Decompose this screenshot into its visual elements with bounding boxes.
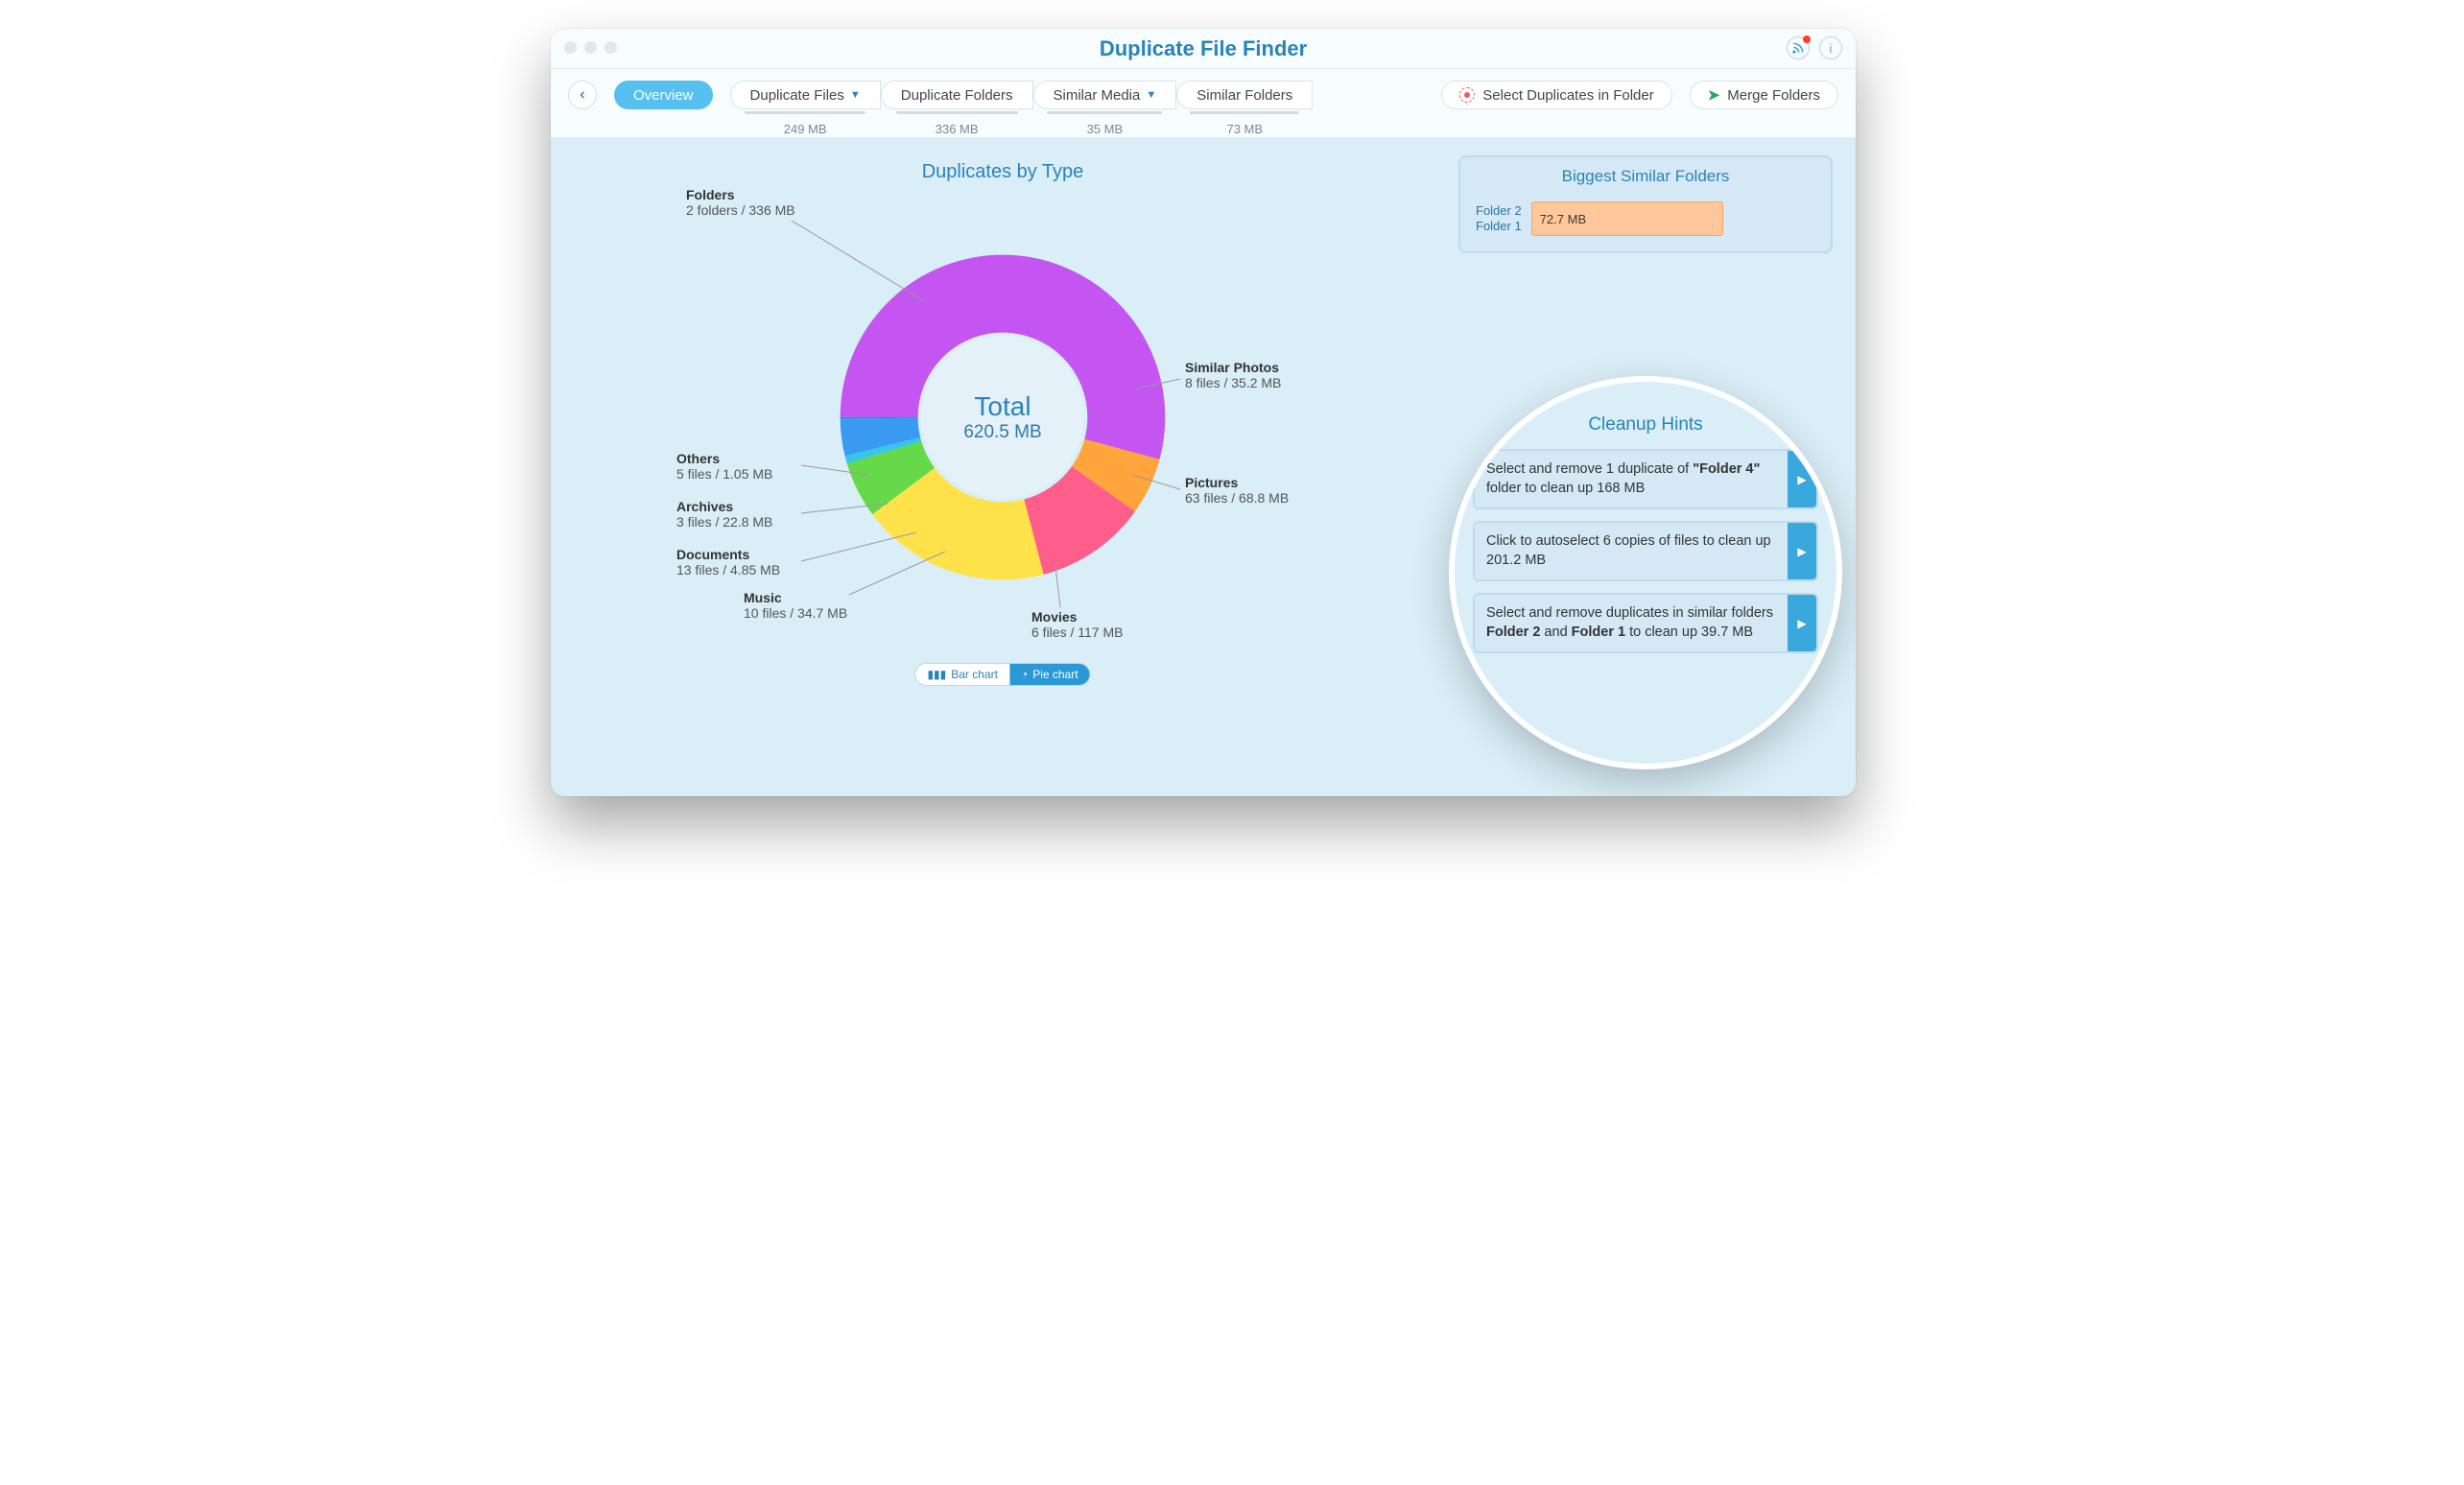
zoom-icon[interactable]	[604, 41, 617, 54]
label-movies: Movies 6 files / 117 MB	[1031, 609, 1123, 640]
cleanup-hint[interactable]: Click to autoselect 6 copies of files to…	[1473, 521, 1818, 581]
titlebar: Duplicate File Finder i	[551, 29, 1856, 69]
panel-title: Biggest Similar Folders	[1460, 157, 1831, 194]
tab-label: Duplicate Folders	[901, 87, 1013, 104]
hints-title: Cleanup Hints	[1588, 414, 1702, 436]
donut-chart: Total 620.5 MB Folders 2 folders / 336 M…	[676, 187, 1329, 686]
window-controls[interactable]	[564, 41, 617, 54]
cleanup-hints-magnifier: Cleanup Hints Select and remove 1 duplic…	[1449, 376, 1842, 769]
toolbar: Overview Duplicate Files ▼ 249 MB Duplic…	[551, 69, 1856, 138]
back-button[interactable]	[568, 81, 597, 109]
tab-size: 249 MB	[784, 122, 827, 136]
hint-text: Select and remove duplicates in similar …	[1475, 595, 1788, 651]
tab-size: 336 MB	[936, 122, 979, 136]
content-area: Duplicates by Type Total 620.5 MB Folder…	[551, 138, 1856, 796]
cleanup-hint[interactable]: Select and remove duplicates in similar …	[1473, 593, 1818, 653]
biggest-similar-folders-panel: Biggest Similar Folders Folder 2 Folder …	[1458, 155, 1833, 253]
tab-label: Similar Media	[1054, 87, 1141, 104]
minimize-icon[interactable]	[584, 41, 597, 54]
chevron-right-icon[interactable]: ▶	[1788, 451, 1816, 507]
merge-folders-button[interactable]: ➤ Merge Folders	[1690, 81, 1838, 109]
tab-duplicate-folders[interactable]: Duplicate Folders	[881, 81, 1033, 109]
pie-chart-icon: ◔	[1021, 668, 1028, 681]
chevron-down-icon: ▼	[850, 89, 861, 101]
button-label: Merge Folders	[1727, 87, 1820, 104]
total-label: Total	[974, 391, 1031, 422]
tab-similar-media[interactable]: Similar Media ▼	[1033, 81, 1177, 109]
hint-text: Click to autoselect 6 copies of files to…	[1475, 523, 1788, 579]
tab-size: 35 MB	[1087, 122, 1124, 136]
similar-folder-row[interactable]: Folder 2 Folder 1 72.7 MB	[1476, 201, 1815, 236]
pie-chart-toggle[interactable]: ◔ Pie chart	[1009, 664, 1090, 685]
category-tabs: Duplicate Files ▼ 249 MB Duplicate Folde…	[730, 81, 1314, 136]
label-documents: Documents 13 files / 4.85 MB	[676, 547, 780, 578]
toggle-label: Bar chart	[951, 668, 998, 681]
side-panels: Biggest Similar Folders Folder 2 Folder …	[1458, 155, 1833, 779]
chart-panel: Duplicates by Type Total 620.5 MB Folder…	[574, 155, 1432, 779]
rss-icon[interactable]	[1787, 36, 1810, 59]
tab-underline	[896, 111, 1018, 114]
folder-pair-names: Folder 2 Folder 1	[1476, 203, 1522, 233]
bar-chart-icon: ▮▮▮	[927, 668, 946, 681]
bar-chart-toggle[interactable]: ▮▮▮ Bar chart	[915, 664, 1009, 685]
label-music: Music 10 files / 34.7 MB	[744, 590, 847, 621]
chevron-right-icon[interactable]: ▶	[1788, 523, 1816, 579]
label-pictures: Pictures 63 files / 68.8 MB	[1185, 475, 1289, 506]
label-archives: Archives 3 files / 22.8 MB	[676, 499, 772, 530]
app-window: Duplicate File Finder i Overview Duplica…	[551, 29, 1856, 796]
tab-duplicate-files[interactable]: Duplicate Files ▼	[730, 81, 881, 109]
folder-size-bar: 72.7 MB	[1531, 201, 1723, 236]
donut-center: Total 620.5 MB	[921, 336, 1084, 499]
merge-icon: ➤	[1708, 86, 1720, 104]
app-title: Duplicate File Finder	[1100, 36, 1307, 61]
label-similar-photos: Similar Photos 8 files / 35.2 MB	[1185, 360, 1281, 390]
chevron-right-icon[interactable]: ▶	[1788, 595, 1816, 651]
tab-label: Duplicate Files	[750, 87, 844, 104]
button-label: Select Duplicates in Folder	[1482, 87, 1653, 104]
tab-label: Similar Folders	[1196, 87, 1292, 104]
chart-title: Duplicates by Type	[574, 161, 1432, 183]
label-folders: Folders 2 folders / 336 MB	[686, 187, 795, 218]
tab-similar-folders[interactable]: Similar Folders	[1176, 81, 1313, 109]
overview-button[interactable]: Overview	[614, 81, 713, 109]
tab-underline	[1047, 111, 1162, 114]
tab-underline	[1190, 111, 1299, 114]
tab-size: 73 MB	[1226, 122, 1263, 136]
notification-dot-icon	[1803, 35, 1811, 43]
info-icon[interactable]: i	[1819, 36, 1842, 59]
size-label: 72.7 MB	[1540, 212, 1586, 226]
chevron-down-icon: ▼	[1146, 89, 1156, 101]
close-icon[interactable]	[564, 41, 577, 54]
hint-text: Select and remove 1 duplicate of "Folder…	[1475, 451, 1788, 507]
select-target-icon	[1459, 87, 1475, 103]
select-duplicates-button[interactable]: Select Duplicates in Folder	[1441, 81, 1671, 109]
cleanup-hint[interactable]: Select and remove 1 duplicate of "Folder…	[1473, 449, 1818, 509]
tab-underline	[745, 111, 865, 114]
chart-type-toggle: ▮▮▮ Bar chart ◔ Pie chart	[914, 663, 1090, 686]
toggle-label: Pie chart	[1032, 668, 1078, 681]
total-value: 620.5 MB	[963, 422, 1041, 443]
label-others: Others 5 files / 1.05 MB	[676, 451, 772, 482]
